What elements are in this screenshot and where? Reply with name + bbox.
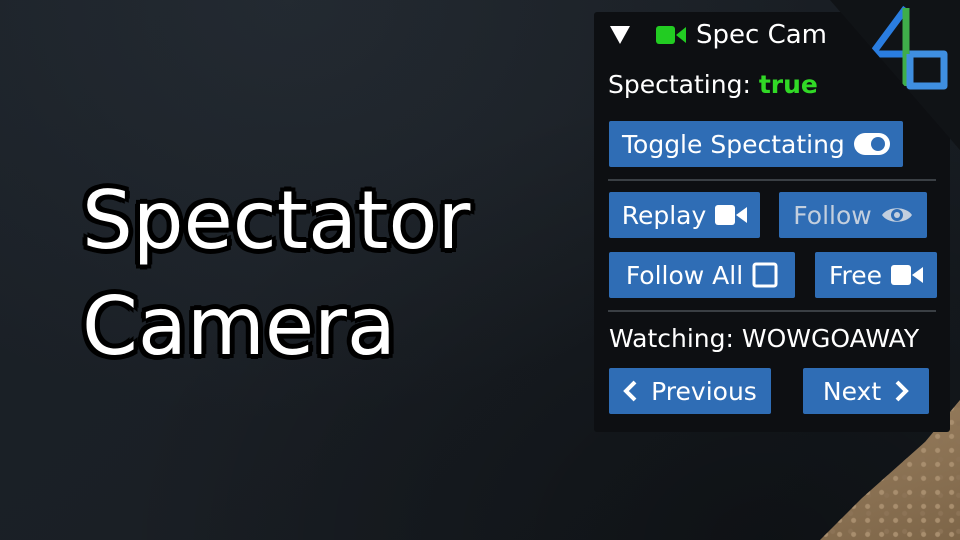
next-button[interactable]: Next: [803, 368, 929, 414]
follow-label: Follow: [793, 200, 872, 230]
replay-button[interactable]: Replay: [609, 192, 760, 238]
chevron-left-icon: [623, 380, 637, 402]
free-button[interactable]: Free: [815, 252, 937, 298]
follow-all-button[interactable]: Follow All: [609, 252, 795, 298]
video-camera-icon: [656, 25, 686, 45]
toggle-spectating-label: Toggle Spectating: [622, 129, 845, 159]
follow-all-label: Follow All: [625, 260, 744, 290]
eye-icon: [881, 204, 913, 226]
title-line-2: Camera: [82, 280, 396, 373]
title-line-1: Spectator: [82, 174, 471, 267]
chevron-right-icon: [895, 380, 909, 402]
panel-title: Spec Cam: [696, 20, 827, 50]
title-overlay: Spectator Camera: [82, 168, 470, 380]
video-camera-icon: [715, 204, 748, 226]
spectating-status: Spectating: true: [608, 70, 936, 99]
replay-label: Replay: [621, 200, 707, 230]
watching-status: Watching: WOWGOAWAY: [609, 324, 920, 353]
toggle-spectating-button[interactable]: Toggle Spectating: [609, 121, 903, 167]
free-label: Free: [828, 260, 883, 290]
video-camera-icon: [891, 264, 924, 286]
divider-top: [608, 179, 936, 181]
divider-bottom: [608, 310, 936, 312]
next-label: Next: [822, 376, 882, 406]
previous-label: Previous: [651, 376, 757, 406]
follow-button[interactable]: Follow: [779, 192, 927, 238]
square-outline-icon: [752, 262, 778, 288]
collapse-triangle-icon[interactable]: [610, 26, 630, 44]
spectating-label: Spectating:: [608, 70, 751, 99]
toggle-switch-icon: [853, 133, 890, 155]
spectating-value: true: [758, 70, 818, 99]
previous-button[interactable]: Previous: [609, 368, 771, 414]
